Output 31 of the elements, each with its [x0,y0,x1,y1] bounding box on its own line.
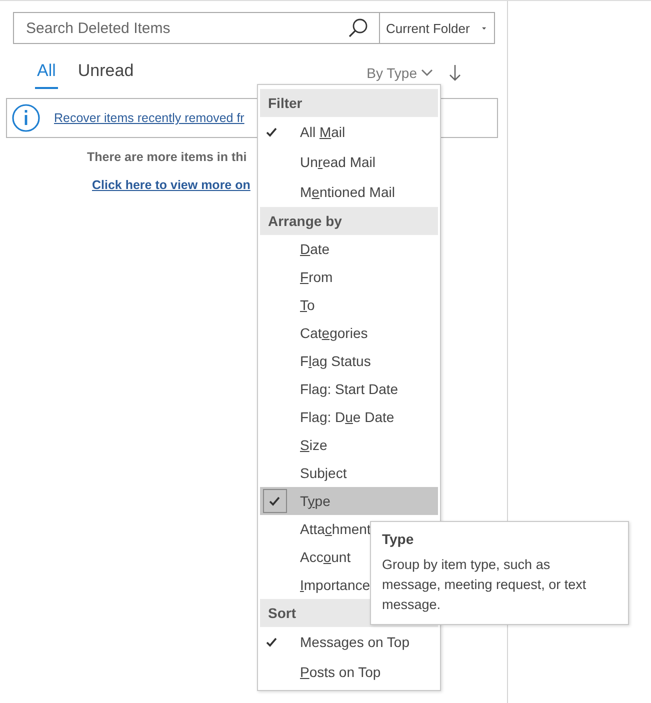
menu-item[interactable]: To [260,291,438,319]
search-field[interactable]: Search Deleted Items Current Folder [13,12,495,44]
filter-tab[interactable]: Unread [76,57,136,89]
menu-item[interactable]: Categories [260,319,438,347]
menu-item[interactable]: Flag: Start Date [260,375,438,403]
menu-item[interactable]: Subject [260,459,438,487]
menu-item[interactable]: From [260,263,438,291]
menu-item[interactable]: Type [260,487,438,515]
menu-item[interactable]: Flag: Due Date [260,403,438,431]
menu-item[interactable]: Mentioned Mail [260,177,438,207]
menu-item[interactable]: Unread Mail [260,147,438,177]
search-icon[interactable] [347,17,369,39]
menu-item[interactable]: Date [260,235,438,263]
menu-item[interactable]: All Mail [260,117,438,147]
more-items-notice: There are more items in thi [87,150,247,164]
arrange-button[interactable]: By Type [366,65,433,81]
info-icon [11,103,41,133]
menu-item[interactable]: Messages on Top [260,627,438,657]
tooltip-title: Type [382,531,415,547]
filter-tab[interactable]: All [35,57,58,89]
chevron-icon [421,69,433,77]
caret-icon [482,26,486,30]
search-input[interactable]: Search Deleted Items [14,18,347,38]
menu-item[interactable]: Posts on Top [260,657,438,687]
menu-section-header: Arrange by [260,207,438,235]
sort-arrow-icon[interactable] [449,64,461,82]
view-more-link[interactable]: Click here to view more on [92,178,250,192]
menu-section-header: Filter [260,89,438,117]
menu-item[interactable]: Size [260,431,438,459]
menu-item[interactable]: Flag Status [260,347,438,375]
recover-link[interactable]: Recover items recently removed fr [54,111,244,125]
